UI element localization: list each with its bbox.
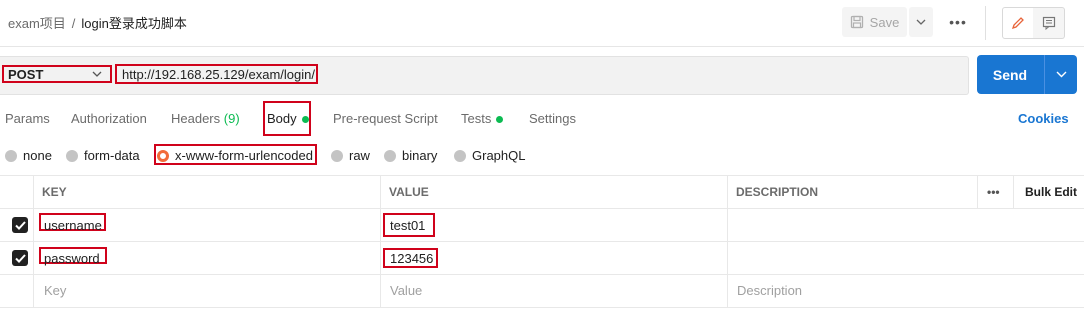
send-dropdown-button[interactable]	[1045, 55, 1077, 94]
cookies-link[interactable]: Cookies	[1018, 111, 1069, 126]
table-border	[0, 307, 1084, 308]
status-dot	[496, 116, 504, 124]
radio-label: none	[23, 148, 52, 163]
send-button-group: Send	[977, 55, 1077, 94]
table-column-divider	[977, 175, 978, 208]
radio-none[interactable]: none	[5, 148, 52, 163]
pencil-icon	[1011, 17, 1024, 30]
tab-settings[interactable]: Settings	[529, 111, 576, 126]
status-dot	[301, 116, 309, 124]
radio-circle	[454, 149, 466, 162]
request-title[interactable]: login登录成功脚本	[81, 16, 186, 31]
radio-x-www-form-urlencoded[interactable]: x-www-form-urlencoded	[157, 148, 313, 163]
radio-raw[interactable]: raw	[331, 148, 370, 163]
checkmark-icon	[14, 253, 26, 263]
comment-icon	[1042, 16, 1055, 30]
table-border	[0, 274, 1084, 275]
radio-label: GraphQL	[472, 148, 526, 163]
radio-label: form-data	[84, 148, 140, 163]
bulk-edit-button[interactable]: Bulk Edit	[1025, 185, 1077, 199]
chevron-down-icon	[916, 19, 926, 25]
radio-form-data[interactable]: form-data	[66, 148, 140, 163]
table-column-divider	[727, 175, 728, 307]
row-checkbox[interactable]	[12, 250, 28, 266]
key-input[interactable]: password	[44, 251, 100, 266]
value-input[interactable]: 123456	[390, 251, 433, 266]
radio-label: raw	[349, 148, 370, 163]
edit-button[interactable]	[1002, 7, 1034, 39]
radio-graphql[interactable]: GraphQL	[454, 148, 525, 163]
breadcrumb-separator: /	[71, 16, 76, 31]
chevron-down-icon	[1056, 71, 1066, 78]
more-actions-button[interactable]: •••	[946, 7, 970, 37]
header-divider	[985, 6, 986, 40]
method-select[interactable]: POST	[2, 65, 112, 83]
value-input[interactable]: test01	[390, 218, 425, 233]
table-column-divider	[33, 175, 34, 307]
tab-headers[interactable]: Headers (9)	[171, 111, 240, 126]
table-border	[0, 241, 1084, 242]
radio-circle	[66, 149, 78, 162]
send-button[interactable]: Send	[977, 55, 1043, 94]
key-input[interactable]: username	[44, 218, 102, 233]
breadcrumb-collection[interactable]: exam项目	[8, 16, 66, 31]
tab-pre-request-script[interactable]: Pre-request Script	[333, 111, 438, 126]
table-column-divider	[1013, 175, 1014, 208]
save-icon	[850, 15, 863, 29]
tab-headers-label: Headers	[171, 111, 221, 126]
tab-tests-label: Tests	[461, 111, 492, 126]
method-label: POST	[8, 66, 44, 82]
description-placeholder[interactable]: Description	[737, 283, 802, 298]
save-label: Save	[869, 14, 900, 30]
breadcrumb: exam项目 / login登录成功脚本	[8, 13, 187, 32]
save-button[interactable]: Save	[842, 7, 907, 37]
radio-label: x-www-form-urlencoded	[175, 148, 313, 163]
tab-authorization[interactable]: Authorization	[71, 111, 147, 126]
url-input[interactable]: http://192.168.25.129/exam/login/	[115, 64, 318, 84]
key-placeholder[interactable]: Key	[44, 283, 66, 298]
tab-params[interactable]: Params	[5, 111, 50, 126]
radio-binary[interactable]: binary	[384, 148, 437, 163]
tab-tests[interactable]: Tests	[461, 111, 504, 126]
radio-circle	[384, 149, 396, 162]
documentation-button[interactable]	[1033, 7, 1065, 39]
checkmark-icon	[14, 220, 26, 230]
radio-circle	[5, 149, 17, 162]
table-column-divider	[380, 175, 381, 307]
save-dropdown-button[interactable]	[909, 7, 933, 37]
value-placeholder[interactable]: Value	[390, 283, 422, 298]
table-border	[0, 208, 1084, 209]
column-header-value: VALUE	[389, 185, 429, 199]
radio-circle-selected	[157, 149, 169, 162]
table-border	[0, 175, 1084, 176]
tab-headers-count: (9)	[223, 111, 240, 126]
column-header-key: KEY	[42, 185, 67, 199]
header-border	[0, 46, 1084, 47]
chevron-down-icon	[92, 71, 102, 77]
column-header-description: DESCRIPTION	[736, 185, 819, 199]
tab-body[interactable]: Body	[267, 111, 309, 126]
table-more-button[interactable]: •••	[987, 185, 1000, 199]
tab-body-label: Body	[267, 111, 297, 126]
radio-label: binary	[402, 148, 438, 163]
row-checkbox[interactable]	[12, 217, 28, 233]
radio-circle	[331, 149, 343, 162]
